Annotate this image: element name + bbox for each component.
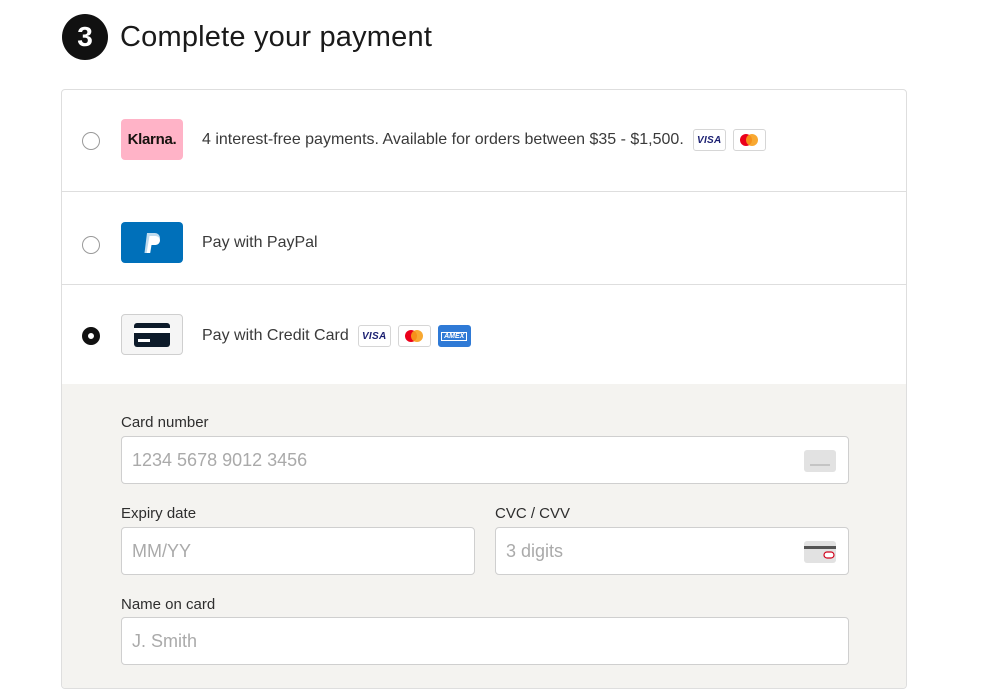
- payment-option-klarna[interactable]: Klarna. 4 interest-free payments. Availa…: [62, 90, 906, 192]
- card-number-field-wrapper: [121, 436, 849, 484]
- amex-icon: AMEX: [437, 325, 471, 347]
- klarna-radio[interactable]: [82, 132, 100, 150]
- visa-icon: VISA: [357, 325, 391, 347]
- klarna-description-row: 4 interest-free payments. Available for …: [202, 129, 766, 151]
- visa-icon: VISA: [692, 129, 726, 151]
- paypal-description: Pay with PayPal: [202, 234, 318, 251]
- card-number-input[interactable]: [122, 449, 848, 471]
- paypal-radio[interactable]: [82, 236, 100, 254]
- name-field-wrapper: [121, 617, 849, 665]
- page-title: Complete your payment: [120, 20, 433, 53]
- credit-card-description: Pay with Credit Card: [202, 327, 349, 344]
- expiry-date-label: Expiry date: [121, 505, 197, 522]
- step-header: 3 Complete your payment: [62, 14, 432, 60]
- expiry-date-input[interactable]: [122, 540, 474, 562]
- payment-option-credit-card[interactable]: Pay with Credit Card VISA AMEX: [62, 285, 906, 386]
- cvc-label: CVC / CVV: [495, 505, 571, 522]
- payment-options-panel: Klarna. 4 interest-free payments. Availa…: [61, 89, 907, 689]
- klarna-description: 4 interest-free payments. Available for …: [202, 131, 684, 148]
- klarna-logo: Klarna.: [121, 119, 183, 160]
- cvc-input[interactable]: [496, 540, 848, 562]
- cvc-field-wrapper: [495, 527, 849, 575]
- card-placeholder-icon: [804, 450, 836, 477]
- card-number-label: Card number: [121, 414, 209, 431]
- credit-card-radio[interactable]: [82, 327, 100, 345]
- cvc-card-icon: [804, 541, 836, 568]
- credit-card-description-row: Pay with Credit Card VISA AMEX: [202, 325, 471, 347]
- name-on-card-input[interactable]: [122, 630, 848, 652]
- payment-option-paypal[interactable]: Pay with PayPal: [62, 192, 906, 285]
- credit-card-icon: [121, 314, 183, 355]
- mastercard-icon: [397, 325, 431, 347]
- name-on-card-label: Name on card: [121, 596, 216, 613]
- mastercard-icon: [732, 129, 766, 151]
- credit-card-form: Card number Expiry date CVC / CVV Name o…: [62, 384, 906, 688]
- expiry-field-wrapper: [121, 527, 475, 575]
- step-number-badge: 3: [62, 14, 108, 60]
- paypal-logo-icon: [121, 222, 183, 263]
